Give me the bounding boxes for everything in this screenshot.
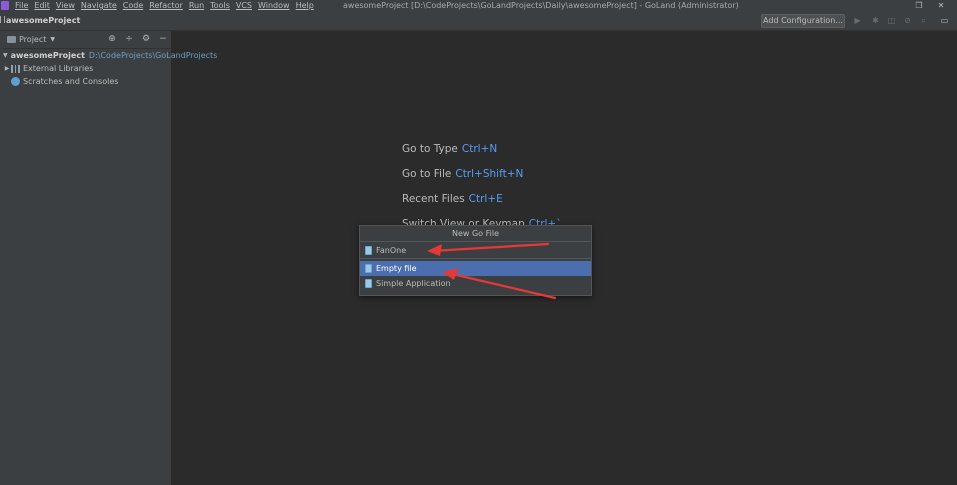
locate-file-icon[interactable]: ⊕ (107, 34, 117, 45)
window-title: awesomeProject [D:\CodeProjects\GoLandPr… (343, 1, 739, 10)
add-configuration-button[interactable]: Add Configuration... (761, 14, 845, 28)
breadcrumb[interactable]: awesomeProject (0, 16, 80, 25)
tree-item-scratches[interactable]: Scratches and Consoles (3, 75, 171, 88)
menu-file[interactable]: File (15, 0, 28, 11)
project-panel-header: Project ▼ ⊕ ÷ ⚙ − (3, 31, 171, 49)
hint-shortcut: Ctrl+N (461, 143, 498, 155)
popup-item-simple-application[interactable]: Simple Application (360, 276, 591, 291)
tree-root-name: awesomeProject (10, 51, 85, 60)
project-tool-window: Project ▼ ⊕ ÷ ⚙ − ▼ awesomeProject D:\Co… (3, 31, 217, 485)
popup-item-label: FanOne (376, 245, 407, 255)
hint-label: Recent Files (402, 193, 465, 205)
presentation-mode-icon[interactable]: ▭ (940, 16, 949, 25)
hint-label: Go to File (402, 168, 452, 180)
menu-view[interactable]: View (56, 0, 75, 11)
project-panel-title: Project (19, 35, 47, 44)
navigation-bar: awesomeProject Add Configuration... ▶ ✱ … (0, 11, 957, 31)
scratches-icon (11, 77, 20, 86)
menu-vcs[interactable]: VCS (236, 0, 252, 11)
menu-window[interactable]: Window (258, 0, 290, 11)
restore-window-icon[interactable]: ❐ (915, 1, 923, 10)
gear-icon[interactable]: ⚙ (141, 34, 151, 45)
project-view-selector[interactable]: Project ▼ (7, 35, 55, 44)
popup-item-label: Simple Application (376, 279, 451, 288)
module-icon (0, 16, 5, 23)
expand-arrow-icon[interactable]: ▼ (3, 52, 8, 59)
menu-bar: File Edit View Navigate Code Refactor Ru… (0, 0, 957, 11)
project-panel-tools: ⊕ ÷ ⚙ − (107, 34, 168, 45)
window-controls: ❐ ✕ (915, 0, 945, 11)
tree-item-external-libraries[interactable]: ▶ External Libraries (3, 62, 171, 75)
tree-item-label: External Libraries (23, 64, 94, 73)
hint-go-to-type: Go to Type Ctrl+N (402, 142, 561, 167)
search-everywhere-icon[interactable]: ⌕ (919, 16, 928, 25)
tree-item-project-root[interactable]: ▼ awesomeProject D:\CodeProjects\GoLandP… (3, 49, 217, 62)
go-file-icon (365, 279, 372, 288)
menu-code[interactable]: Code (123, 0, 143, 11)
menu-run[interactable]: Run (189, 0, 204, 11)
menu-refactor[interactable]: Refactor (149, 0, 183, 11)
popup-item-empty-file[interactable]: Empty file (360, 261, 591, 276)
debug-icon[interactable]: ✱ (871, 16, 880, 25)
close-window-icon[interactable]: ✕ (937, 1, 945, 10)
hint-shortcut: Ctrl+E (468, 193, 503, 205)
tree-root-path: D:\CodeProjects\GoLandProjects (88, 51, 218, 60)
tree-item-label: Scratches and Consoles (23, 77, 119, 86)
run-icon[interactable]: ▶ (853, 16, 862, 25)
menu-navigate[interactable]: Navigate (81, 0, 117, 11)
popup-item-fanone[interactable]: FanOne (360, 242, 591, 259)
hide-panel-icon[interactable]: − (158, 34, 168, 45)
goland-logo-icon (1, 1, 9, 10)
hint-recent-files: Recent Files Ctrl+E (402, 192, 561, 217)
new-go-file-popup: New Go File FanOne Empty file Simple App… (359, 225, 592, 296)
hint-go-to-file: Go to File Ctrl+Shift+N (402, 167, 561, 192)
collapse-all-icon[interactable]: ÷ (124, 34, 134, 45)
menu-edit[interactable]: Edit (34, 0, 50, 11)
popup-title: New Go File (360, 226, 591, 242)
project-folder-icon (7, 36, 16, 43)
menu-help[interactable]: Help (296, 0, 314, 11)
coverage-icon[interactable]: ◫ (887, 16, 896, 25)
popup-item-label: Empty file (376, 264, 417, 273)
chevron-down-icon: ▼ (50, 36, 55, 43)
go-file-icon (365, 245, 372, 255)
menu-tools[interactable]: Tools (210, 0, 230, 11)
breadcrumb-project: awesomeProject (6, 16, 81, 25)
library-icon (11, 64, 20, 73)
hint-shortcut: Ctrl+Shift+N (455, 168, 524, 180)
collapsed-arrow-icon[interactable]: ▶ (3, 65, 11, 72)
go-file-icon (365, 264, 372, 273)
stop-icon[interactable]: ⊘ (903, 16, 912, 25)
hint-label: Go to Type (402, 143, 458, 155)
